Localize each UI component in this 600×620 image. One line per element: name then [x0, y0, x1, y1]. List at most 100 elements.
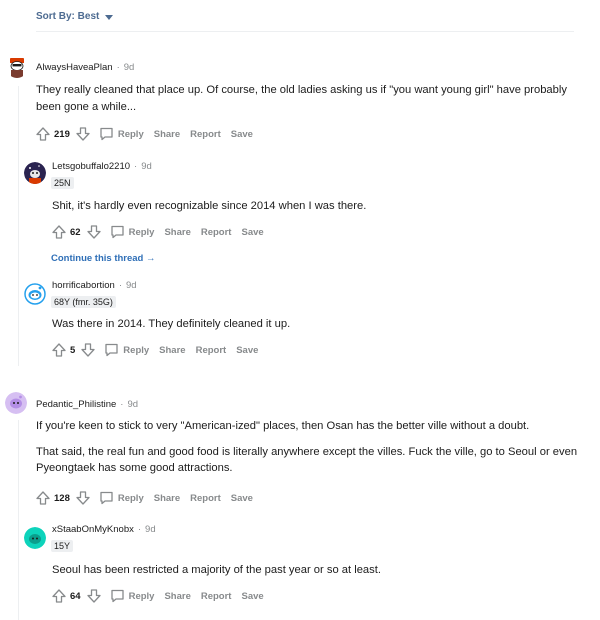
avatar[interactable]: [24, 162, 46, 184]
author-link[interactable]: xStaabOnMyKnobx: [52, 524, 134, 535]
user-avatar-icon: [24, 283, 46, 305]
downvote-icon[interactable]: [86, 588, 102, 604]
reply-button[interactable]: Reply: [99, 127, 144, 141]
reply-label: Reply: [128, 590, 155, 602]
separator-dot: ·: [120, 399, 124, 410]
comment-body: They really cleaned that place up. Of co…: [36, 82, 576, 115]
reply-button[interactable]: Reply: [104, 343, 149, 357]
comment-bubble-icon: [99, 127, 118, 141]
separator-dot: ·: [134, 161, 138, 172]
arrow-right-icon: →: [146, 253, 156, 264]
comment-meta: AlwaysHaveaPlan · 9d: [36, 62, 134, 73]
share-button[interactable]: Share: [164, 227, 190, 238]
comment-bubble-icon: [110, 589, 129, 603]
comment-body: Shit, it's hardly even recognizable sinc…: [52, 198, 572, 215]
report-button[interactable]: Report: [190, 129, 221, 140]
downvote-icon[interactable]: [75, 490, 91, 506]
continue-thread-link[interactable]: Continue this thread →: [51, 253, 156, 264]
share-button[interactable]: Share: [159, 345, 185, 356]
timestamp[interactable]: 9d: [145, 524, 156, 535]
comment-meta: Letsgobuffalo2210 · 9d: [52, 161, 152, 172]
comment-bubble-icon: [99, 491, 118, 505]
upvote-icon[interactable]: [51, 224, 67, 240]
downvote-icon[interactable]: [75, 126, 91, 142]
avatar[interactable]: [6, 56, 28, 78]
separator-dot: ·: [118, 280, 123, 291]
upvote-icon[interactable]: [35, 126, 51, 142]
avatar[interactable]: [24, 527, 46, 549]
score: 64: [70, 590, 81, 602]
save-button[interactable]: Save: [241, 591, 263, 602]
sort-dropdown[interactable]: Sort By: Best: [36, 11, 114, 22]
upvote-icon[interactable]: [51, 342, 67, 358]
reply-label: Reply: [117, 128, 144, 140]
comment-bubble-icon: [104, 343, 123, 357]
upvote-icon[interactable]: [35, 490, 51, 506]
reply-label: Reply: [123, 344, 150, 356]
author-link[interactable]: Letsgobuffalo2210: [52, 161, 130, 172]
report-button[interactable]: Report: [201, 227, 232, 238]
avatar[interactable]: [5, 392, 27, 414]
thread-line: [18, 420, 19, 620]
comment-paragraph: That said, the real fun and good food is…: [36, 445, 578, 475]
comment-actions: 128 Reply Share Report Save: [35, 490, 253, 506]
comment-body: Was there in 2014. They definitely clean…: [52, 316, 572, 333]
sort-label: Sort By: Best: [36, 11, 100, 22]
author-link[interactable]: horrificabortion: [52, 280, 115, 291]
comment-paragraph: Seoul has been restricted a majority of …: [52, 564, 381, 576]
save-button[interactable]: Save: [236, 345, 258, 356]
comment-body: Seoul has been restricted a majority of …: [52, 562, 572, 579]
share-button[interactable]: Share: [154, 493, 180, 504]
user-avatar-icon: [24, 162, 46, 184]
comment-bubble-icon: [110, 225, 129, 239]
timestamp[interactable]: 9d: [126, 280, 137, 291]
comment-meta: Pedantic_Philistine · 9d: [36, 399, 138, 410]
share-button[interactable]: Share: [154, 129, 180, 140]
separator-dot: ·: [137, 524, 142, 535]
divider: [36, 31, 574, 32]
user-flair: 25N: [51, 177, 74, 189]
user-flair: 15Y: [51, 540, 74, 552]
user-avatar-icon: [5, 392, 27, 414]
user-avatar-icon: [24, 527, 46, 549]
timestamp[interactable]: 9d: [127, 399, 138, 410]
downvote-icon[interactable]: [86, 224, 102, 240]
comment-meta: xStaabOnMyKnobx · 9d: [52, 524, 156, 535]
timestamp[interactable]: 9d: [141, 161, 152, 172]
chevron-down-icon: [105, 14, 114, 20]
timestamp[interactable]: 9d: [124, 62, 135, 73]
report-button[interactable]: Report: [201, 591, 232, 602]
comment-paragraph: Was there in 2014. They definitely clean…: [52, 318, 291, 330]
reply-button[interactable]: Reply: [110, 225, 155, 239]
user-avatar-icon: [6, 56, 28, 78]
comment-paragraph: They really cleaned that place up. Of co…: [36, 84, 567, 113]
downvote-icon[interactable]: [80, 342, 96, 358]
author-link[interactable]: Pedantic_Philistine: [36, 399, 116, 410]
continue-thread-label: Continue this thread: [51, 253, 144, 264]
score: 128: [54, 492, 70, 504]
score: 5: [70, 344, 76, 356]
user-flair: 68Y (fmr. 35G): [51, 296, 116, 308]
comment-body: If you're keen to stick to very "America…: [36, 418, 581, 477]
save-button[interactable]: Save: [241, 227, 263, 238]
reply-button[interactable]: Reply: [110, 589, 155, 603]
comment-actions: 64 Reply Share Report Save: [51, 588, 264, 604]
score: 219: [54, 128, 70, 140]
author-link[interactable]: AlwaysHaveaPlan: [36, 62, 113, 73]
upvote-icon[interactable]: [51, 588, 67, 604]
reply-label: Reply: [128, 226, 155, 238]
report-button[interactable]: Report: [190, 493, 221, 504]
comment-meta: horrificabortion · 9d: [52, 280, 137, 291]
avatar[interactable]: [24, 283, 46, 305]
share-button[interactable]: Share: [164, 591, 190, 602]
comment-paragraph: If you're keen to stick to very "America…: [36, 420, 530, 432]
thread-line: [18, 86, 19, 366]
comment-actions: 5 Reply Share Report Save: [51, 342, 258, 358]
reply-label: Reply: [117, 492, 144, 504]
save-button[interactable]: Save: [231, 129, 253, 140]
comment-paragraph: Shit, it's hardly even recognizable sinc…: [52, 200, 367, 212]
report-button[interactable]: Report: [196, 345, 227, 356]
save-button[interactable]: Save: [231, 493, 253, 504]
comment-actions: 219 Reply Share Report Save: [35, 126, 253, 142]
reply-button[interactable]: Reply: [99, 491, 144, 505]
